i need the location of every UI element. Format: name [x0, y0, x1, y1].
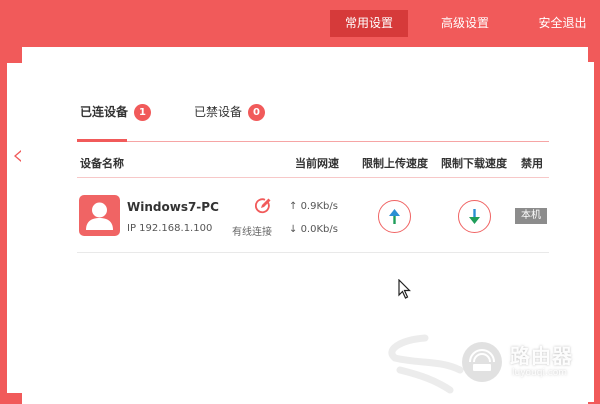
device-name: Windows7-PC [127, 200, 219, 214]
arrow-down-small-icon: ↓ [289, 224, 301, 235]
connected-count-badge: 1 [134, 104, 152, 121]
row-divider [77, 252, 549, 253]
router-icon [462, 342, 502, 382]
mouse-cursor-icon [398, 278, 412, 303]
column-header-device-name: 设备名称 [80, 157, 124, 170]
router-admin-window: 常用设置 高级设置 安全退出 已连设备 1 已禁设备 0 设备名称 当前网速 限制上… [0, 0, 600, 404]
watermark-url: luyouqi.com [512, 368, 568, 378]
column-header-speed: 当前网速 [295, 157, 339, 170]
download-rate: ↓ 0.0Kb/s [289, 224, 338, 235]
watermark-title: 路由器 [510, 344, 573, 368]
upload-rate-value: 0.9Kb/s [300, 201, 338, 212]
limit-download-button[interactable] [458, 200, 491, 233]
upload-rate: ↑ 0.9Kb/s [289, 201, 338, 212]
tab-blocked-label: 已禁设备 [194, 105, 243, 119]
blocked-count-badge: 0 [248, 104, 266, 121]
column-header-down-limit: 限制下载速度 [441, 157, 507, 170]
column-header-ban: 禁用 [521, 157, 543, 170]
arrow-up-small-icon: ↑ [289, 201, 301, 212]
nav-logout[interactable]: 安全退出 [525, 10, 600, 37]
nav-advanced-settings[interactable]: 高级设置 [430, 10, 500, 37]
device-row: Windows7-PC IP 192.168.1.100 有线连接 ↑ 0.9K… [77, 186, 549, 248]
device-ip: IP 192.168.1.100 [127, 223, 213, 234]
tab-connected-devices[interactable]: 已连设备 1 [80, 101, 152, 123]
sidebar-pointer-inner [16, 151, 22, 161]
top-navigation-bar: 常用设置 高级设置 安全退出 [0, 0, 600, 47]
watermark: 路由器 luyouqi.com [462, 338, 588, 388]
limit-upload-button[interactable] [378, 200, 411, 233]
brush-stroke-decoration [388, 334, 464, 394]
tab-divider [77, 141, 549, 142]
active-tab-indicator [77, 139, 127, 142]
edit-icon[interactable] [254, 197, 272, 215]
right-border-inner [588, 62, 594, 402]
nav-common-settings[interactable]: 常用设置 [330, 10, 408, 37]
tab-blocked-devices[interactable]: 已禁设备 0 [194, 101, 266, 123]
arrow-up-icon [389, 209, 400, 224]
tab-connected-label: 已连设备 [80, 105, 129, 119]
local-device-badge: 本机 [515, 208, 547, 224]
arrow-down-icon [469, 209, 480, 224]
column-header-up-limit: 限制上传速度 [362, 157, 428, 170]
user-icon [79, 195, 120, 236]
header-divider [77, 177, 549, 178]
connection-type: 有线连接 [232, 227, 272, 238]
left-sidebar-panel [7, 63, 22, 393]
download-rate-value: 0.0Kb/s [300, 224, 338, 235]
